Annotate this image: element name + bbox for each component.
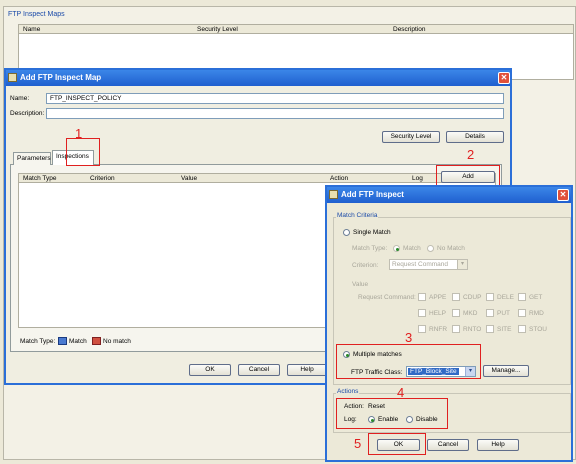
annotation-box-3 xyxy=(336,344,481,379)
inspections-table-header: Match Type Criterion Value Action Log xyxy=(18,173,496,183)
checkbox-appe[interactable] xyxy=(418,293,426,301)
close-icon[interactable]: ✕ xyxy=(498,72,510,84)
single-match-label: Single Match xyxy=(353,229,391,236)
checkbox-rmd[interactable] xyxy=(518,309,526,317)
checkbox-help[interactable] xyxy=(418,309,426,317)
checkbox-label-rnto: RNTO xyxy=(463,326,482,333)
column-match-type[interactable]: Match Type xyxy=(23,175,56,182)
column-description[interactable]: Description xyxy=(393,26,426,33)
single-match-radio[interactable] xyxy=(343,229,350,236)
no-match-radio[interactable] xyxy=(427,245,434,252)
main-ok-button[interactable]: OK xyxy=(189,364,231,376)
description-label: Description: xyxy=(10,110,45,117)
security-level-button[interactable]: Security Level xyxy=(382,131,440,143)
checkbox-rnto[interactable] xyxy=(452,325,460,333)
inspect-dialog-titlebar[interactable]: Add FTP Inspect ✕ xyxy=(327,187,571,203)
inspect-help-button[interactable]: Help xyxy=(477,439,519,451)
match-icon xyxy=(58,337,67,345)
annotation-number-5: 5 xyxy=(354,436,362,451)
column-log[interactable]: Log xyxy=(412,175,423,182)
match-type-label: Match Type: xyxy=(352,245,388,252)
value-label: Value xyxy=(352,281,369,288)
inspect-cancel-button[interactable]: Cancel xyxy=(427,439,469,451)
name-label: Name: xyxy=(10,95,30,102)
checkbox-label-dele: DELE xyxy=(497,294,514,301)
checkbox-label-rnfr: RNFR xyxy=(429,326,448,333)
legend-match-label: Match xyxy=(69,338,87,345)
column-security-level[interactable]: Security Level xyxy=(197,26,238,33)
chevron-down-icon: ▾ xyxy=(457,260,467,269)
main-cancel-button[interactable]: Cancel xyxy=(238,364,280,376)
checkbox-label-rmd: RMD xyxy=(529,310,544,317)
dialog-title: Add FTP Inspect Map xyxy=(20,73,102,82)
ftp-inspect-maps-title: FTP Inspect Maps xyxy=(8,11,65,18)
criterion-select-value: Request Command xyxy=(392,261,448,268)
name-input[interactable]: FTP_INSPECT_POLICY xyxy=(46,93,504,104)
checkbox-site[interactable] xyxy=(486,325,494,333)
request-command-label: Request Command: xyxy=(358,294,416,301)
annotation-number-4: 4 xyxy=(397,385,405,400)
checkbox-label-stou: STOU xyxy=(529,326,547,333)
actions-title: Actions xyxy=(336,388,360,395)
criterion-label: Criterion: xyxy=(352,262,379,269)
match-type-legend-label: Match Type: xyxy=(20,338,56,345)
checkbox-label-get: GET xyxy=(529,294,543,301)
criterion-select[interactable]: Request Command ▾ xyxy=(389,259,468,270)
no-match-icon xyxy=(92,337,101,345)
checkbox-label-mkd: MKD xyxy=(463,310,478,317)
checkbox-label-help: HELP xyxy=(429,310,446,317)
description-input[interactable] xyxy=(46,108,504,119)
annotation-box-2 xyxy=(436,165,500,187)
checkbox-stou[interactable] xyxy=(518,325,526,333)
annotation-box-1 xyxy=(66,138,100,166)
annotation-box-5 xyxy=(368,433,426,455)
legend-no-match-label: No match xyxy=(103,338,131,345)
inspect-dialog-title: Add FTP Inspect xyxy=(341,190,404,199)
dialog-titlebar[interactable]: Add FTP Inspect Map ✕ xyxy=(6,70,510,86)
annotation-number-1: 1 xyxy=(75,126,83,141)
manage-button[interactable]: Manage... xyxy=(483,365,529,377)
column-value[interactable]: Value xyxy=(181,175,197,182)
checkbox-put[interactable] xyxy=(486,309,494,317)
column-criterion[interactable]: Criterion xyxy=(90,175,115,182)
checkbox-label-cdup: CDUP xyxy=(463,294,482,301)
maps-table-header: Name Security Level Description xyxy=(18,24,574,34)
checkbox-cdup[interactable] xyxy=(452,293,460,301)
app-icon xyxy=(8,73,17,82)
annotation-box-4 xyxy=(336,398,448,429)
main-help-button[interactable]: Help xyxy=(287,364,327,376)
checkbox-get[interactable] xyxy=(518,293,526,301)
match-option-label: Match xyxy=(403,245,421,252)
checkbox-label-put: PUT xyxy=(497,310,510,317)
checkbox-dele[interactable] xyxy=(486,293,494,301)
checkbox-label-site: SITE xyxy=(497,326,512,333)
details-button[interactable]: Details xyxy=(446,131,504,143)
tab-parameters[interactable]: Parameters xyxy=(13,152,51,165)
checkbox-label-appe: APPE xyxy=(429,294,447,301)
inspect-app-icon xyxy=(329,190,338,199)
annotation-number-3: 3 xyxy=(405,330,413,345)
column-name[interactable]: Name xyxy=(23,26,40,33)
checkbox-mkd[interactable] xyxy=(452,309,460,317)
no-match-option-label: No Match xyxy=(437,245,465,252)
inspect-close-icon[interactable]: ✕ xyxy=(557,189,569,201)
annotation-number-2: 2 xyxy=(467,147,475,162)
column-action[interactable]: Action xyxy=(330,175,348,182)
checkbox-rnfr[interactable] xyxy=(418,325,426,333)
match-radio[interactable] xyxy=(393,245,400,252)
match-criteria-title: Match Criteria xyxy=(336,212,379,219)
